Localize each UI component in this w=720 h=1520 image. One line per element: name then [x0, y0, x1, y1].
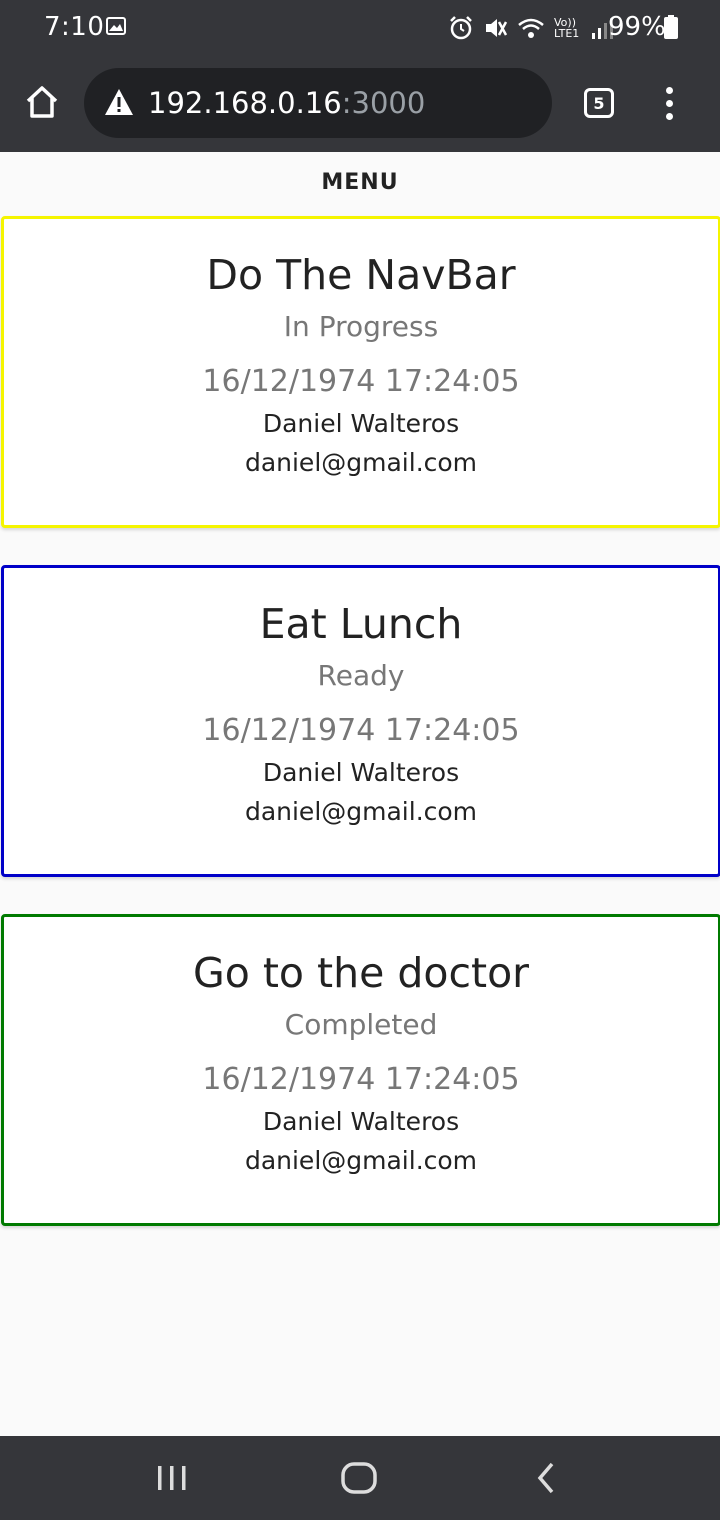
task-status: Completed — [284, 1008, 438, 1041]
mute-icon — [486, 19, 508, 37]
status-bar: 7:10 Vo)) LTE1 99% — [0, 0, 720, 56]
wifi-icon — [518, 18, 544, 38]
page-content: MENU Do The NavBar In Progress 16/12/197… — [0, 152, 720, 1436]
task-owner-email: daniel@gmail.com — [244, 448, 478, 477]
status-time: 7:10 — [44, 12, 105, 42]
task-owner-name: Daniel Walteros — [262, 758, 460, 787]
overflow-menu-icon[interactable] — [652, 84, 688, 124]
tabs-button[interactable]: 5 — [584, 88, 614, 118]
back-icon[interactable] — [528, 1460, 564, 1496]
task-datetime: 16/12/1974 17:24:05 — [202, 364, 520, 399]
warning-icon[interactable] — [104, 88, 134, 116]
home-button[interactable] — [20, 80, 64, 124]
task-owner-email: daniel@gmail.com — [244, 1146, 478, 1175]
task-datetime: 16/12/1974 17:24:05 — [202, 1062, 520, 1097]
task-owner-email: daniel@gmail.com — [244, 797, 478, 826]
home-circle-icon[interactable] — [338, 1460, 380, 1496]
browser-toolbar: 192.168.0.16:3000 5 — [0, 56, 720, 152]
alarm-icon — [450, 16, 472, 40]
menu-label[interactable]: MENU — [0, 170, 720, 195]
task-card[interactable]: Go to the doctor Completed 16/12/1974 17… — [1, 914, 720, 1226]
recents-icon[interactable] — [154, 1460, 190, 1496]
task-card[interactable]: Do The NavBar In Progress 16/12/1974 17:… — [1, 216, 720, 528]
battery-icon — [664, 15, 678, 39]
task-status: Ready — [317, 659, 405, 692]
home-icon — [26, 86, 58, 118]
task-title: Eat Lunch — [259, 600, 463, 648]
url-port: :3000 — [341, 86, 426, 120]
task-title: Do The NavBar — [206, 251, 516, 299]
url-text[interactable]: 192.168.0.16:3000 — [148, 86, 425, 120]
network-label: Vo)) LTE1 — [554, 16, 580, 40]
gallery-icon — [106, 17, 126, 35]
task-owner-name: Daniel Walteros — [262, 409, 460, 438]
task-card[interactable]: Eat Lunch Ready 16/12/1974 17:24:05 Dani… — [1, 565, 720, 877]
tab-count: 5 — [593, 93, 605, 113]
system-nav-bar — [0, 1436, 720, 1520]
battery-percent: 99% — [608, 12, 666, 42]
task-datetime: 16/12/1974 17:24:05 — [202, 713, 520, 748]
task-title: Go to the doctor — [192, 949, 530, 997]
url-bar[interactable]: 192.168.0.16:3000 — [84, 68, 552, 138]
url-host: 192.168.0.16 — [148, 86, 342, 120]
task-status: In Progress — [283, 310, 439, 343]
status-icons: Vo)) LTE1 — [448, 12, 616, 44]
task-owner-name: Daniel Walteros — [262, 1107, 460, 1136]
